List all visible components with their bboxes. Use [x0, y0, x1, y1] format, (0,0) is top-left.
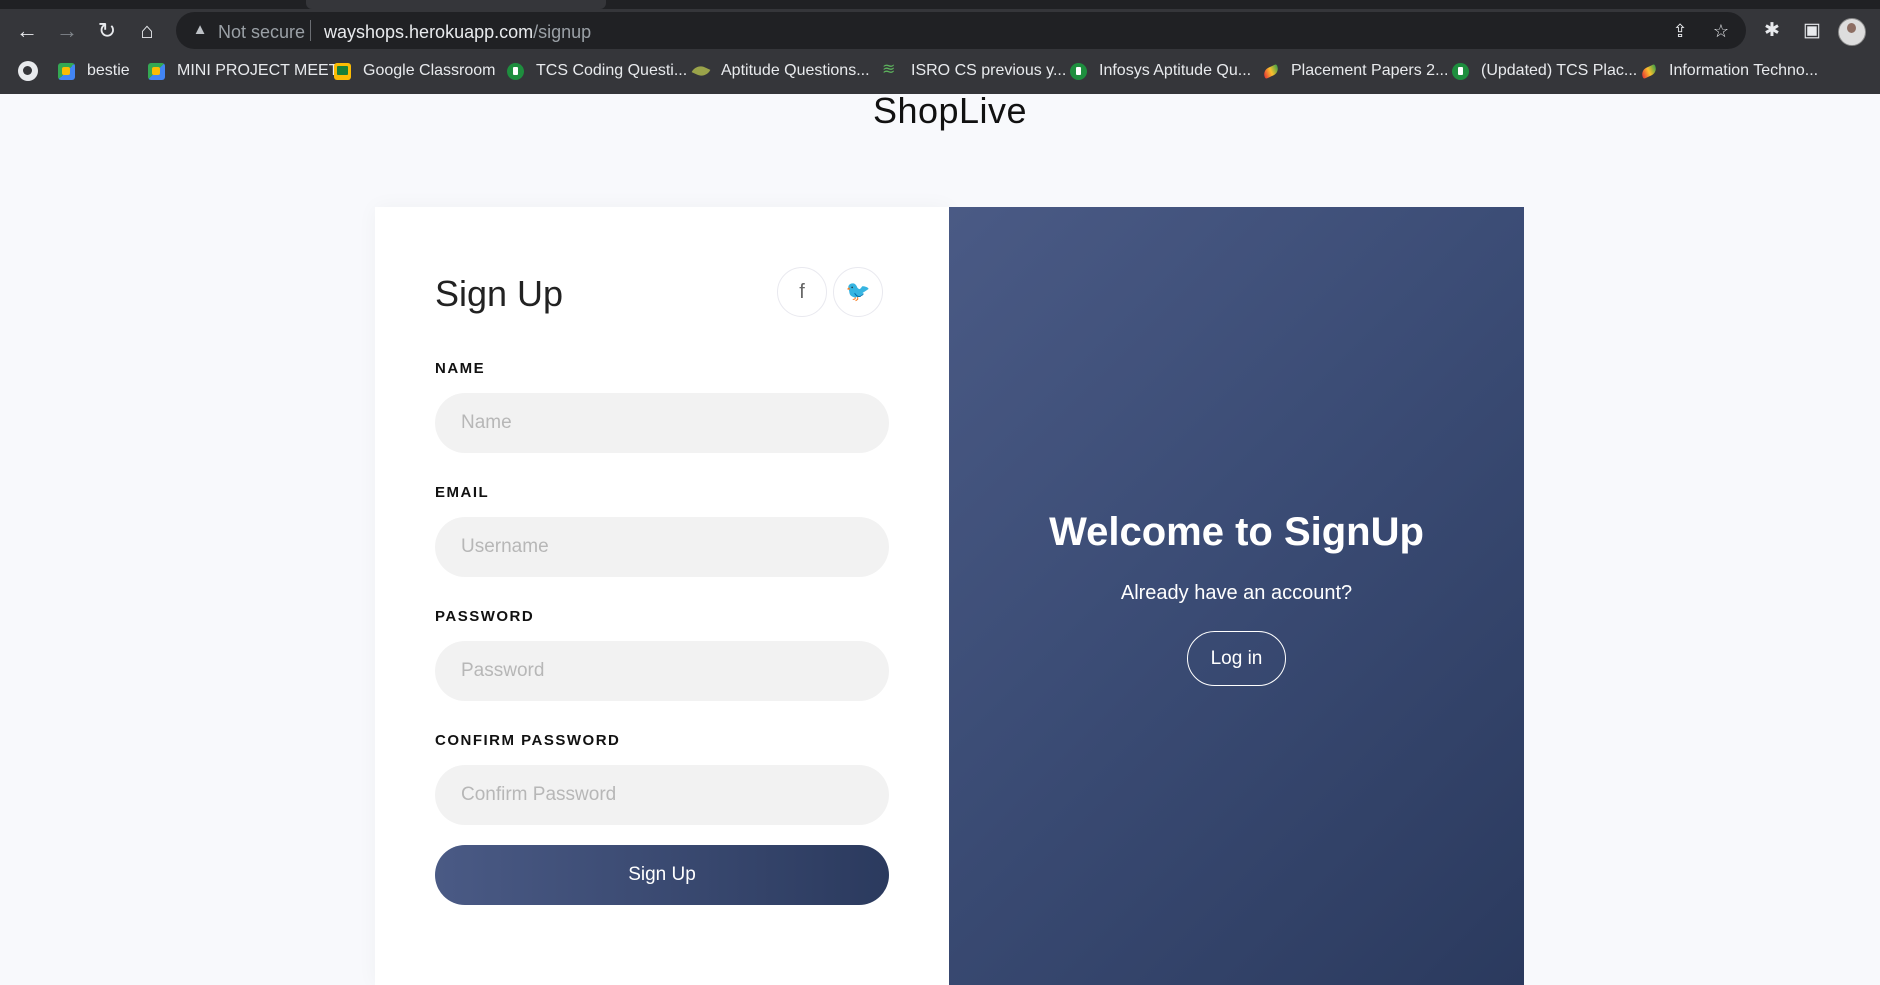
url-path: /signup	[533, 22, 592, 42]
back-icon[interactable]: ←	[12, 16, 42, 46]
bookmark-label: TCS Coding Questi...	[536, 62, 688, 79]
address-divider	[310, 20, 311, 41]
welcome-heading: Welcome to SignUp	[1049, 510, 1424, 554]
bookmarks-bar: bestie MINI PROJECT MEET Google Classroo…	[0, 55, 1880, 87]
password-label: PASSWORD	[435, 608, 535, 625]
url-text[interactable]: wayshops.herokuapp.com/signup	[324, 22, 591, 43]
home-icon[interactable]: ⌂	[132, 16, 162, 46]
bookmark-label: (Updated) TCS Plac...	[1481, 62, 1638, 79]
confirm-password-label: CONFIRM PASSWORD	[435, 732, 621, 749]
bookmark-label: ISRO CS previous y...	[911, 62, 1067, 79]
bookmark-item[interactable]: Aptitude Questions...	[692, 58, 870, 84]
bookmark-label: Aptitude Questions...	[721, 62, 870, 79]
password-input[interactable]	[435, 641, 889, 701]
facebook-icon[interactable]: f	[777, 267, 827, 317]
active-tab[interactable]	[306, 0, 606, 9]
name-input[interactable]	[435, 393, 889, 453]
tab-strip	[0, 0, 1880, 9]
meet-icon	[148, 62, 165, 80]
globe-icon[interactable]	[18, 61, 38, 81]
bookmark-label: bestie	[87, 62, 130, 79]
shield-icon	[1452, 62, 1469, 80]
account-prompt: Already have an account?	[1120, 582, 1353, 604]
bookmark-item[interactable]: TCS Coding Questi...	[507, 58, 687, 84]
bookmark-item[interactable]: ISRO CS previous y...	[882, 58, 1066, 84]
paper-icon	[1262, 63, 1279, 80]
bookmark-item[interactable]: Infosys Aptitude Qu...	[1070, 58, 1251, 84]
browser-toolbar: ← → ↻ ⌂ ▲ Not secure wayshops.herokuapp.…	[0, 9, 1880, 51]
sidepanel-icon[interactable]: ▣	[1798, 17, 1826, 45]
bookmark-label: Placement Papers 2...	[1291, 62, 1449, 79]
bookmark-item[interactable]: Google Classroom	[334, 58, 496, 84]
warning-icon[interactable]: ▲	[191, 21, 209, 39]
shield-icon	[1070, 62, 1087, 80]
bookmark-item[interactable]: Placement Papers 2...	[1262, 58, 1448, 84]
email-label: EMAIL	[435, 484, 490, 501]
leaf-icon	[692, 63, 709, 80]
isro-icon	[882, 59, 899, 80]
login-button[interactable]: Log in	[1187, 631, 1286, 686]
extensions-icon[interactable]: ✱	[1758, 17, 1786, 45]
email-input[interactable]	[435, 517, 889, 577]
name-label: NAME	[435, 360, 486, 377]
url-host: wayshops.herokuapp.com	[324, 22, 534, 42]
brand-title: ShopLive	[872, 90, 1028, 131]
signup-form-card: Sign Up f 🐦 NAME EMAIL PASSWORD CONFIRM …	[375, 207, 949, 985]
bookmark-item[interactable]: Information Techno...	[1640, 58, 1818, 84]
form-title: Sign Up	[435, 273, 564, 314]
confirm-password-input[interactable]	[435, 765, 889, 825]
signup-button[interactable]: Sign Up	[435, 845, 889, 905]
star-icon[interactable]: ☆	[1709, 19, 1733, 43]
bookmark-label: MINI PROJECT MEET	[177, 62, 339, 79]
classroom-icon	[334, 62, 351, 80]
share-icon[interactable]: ⇪	[1668, 19, 1692, 43]
bookmark-item[interactable]: bestie	[58, 58, 130, 84]
shield-icon	[507, 62, 524, 80]
bookmark-label: Information Techno...	[1669, 62, 1819, 79]
welcome-panel: Welcome to SignUp Already have an accoun…	[949, 207, 1524, 985]
twitter-icon[interactable]: 🐦	[833, 267, 883, 317]
reload-icon[interactable]: ↻	[92, 16, 122, 46]
address-bar[interactable]: ▲ Not secure wayshops.herokuapp.com/sign…	[176, 12, 1746, 49]
bookmark-item[interactable]: MINI PROJECT MEET	[148, 58, 339, 84]
bookmark-item[interactable]: (Updated) TCS Plac...	[1452, 58, 1637, 84]
security-label[interactable]: Not secure	[218, 22, 305, 43]
browser-chrome: ← → ↻ ⌂ ▲ Not secure wayshops.herokuapp.…	[0, 0, 1880, 94]
meet-icon	[58, 62, 75, 80]
paper-icon	[1640, 63, 1657, 80]
profile-avatar[interactable]	[1838, 18, 1866, 46]
forward-icon[interactable]: →	[52, 16, 82, 46]
bookmark-label: Infosys Aptitude Qu...	[1099, 62, 1252, 79]
bookmark-label: Google Classroom	[363, 62, 496, 79]
